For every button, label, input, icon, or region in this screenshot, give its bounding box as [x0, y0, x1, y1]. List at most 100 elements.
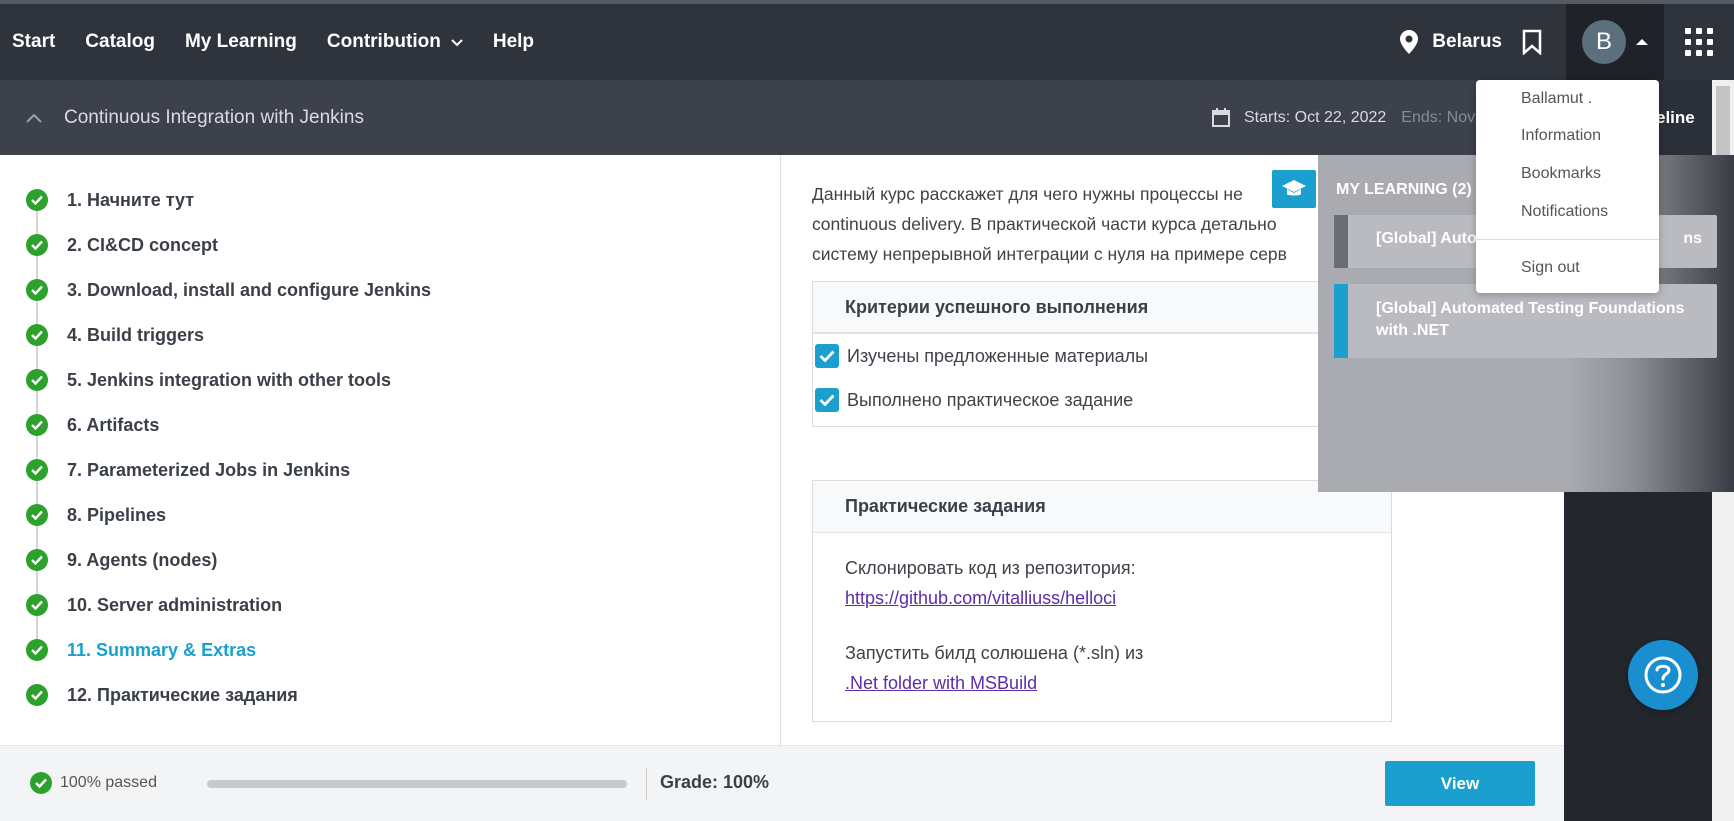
nav-contribution-label: Contribution	[326, 31, 441, 52]
scrollbar-thumb[interactable]	[1716, 86, 1730, 166]
start-date: Starts: Oct 22, 2022	[1244, 108, 1387, 126]
question-icon	[1644, 656, 1682, 694]
course-outline: 1. Начните тут 2. CI&CD concept 3. Downl…	[0, 155, 781, 745]
nav-my-learning[interactable]: My Learning	[185, 31, 297, 53]
nav-help[interactable]: Help	[493, 31, 534, 53]
passed-status: 100% passed	[30, 772, 157, 794]
learning-card-2[interactable]: [Global] Automated Testing Foundations w…	[1334, 284, 1717, 358]
card-accent-bar	[1334, 284, 1348, 358]
outline-item-label: 5. Jenkins integration with other tools	[67, 369, 392, 390]
card-accent-bar	[1334, 215, 1348, 268]
outline-item-11[interactable]: 11. Summary & Extras	[26, 639, 256, 661]
apps-menu-button[interactable]	[1664, 4, 1734, 80]
progress-bar	[207, 780, 627, 788]
tasks-title: Практические задания	[813, 481, 1391, 533]
check-circle-icon	[26, 504, 48, 526]
menu-divider	[1476, 239, 1659, 240]
progress-footer: 100% passed Grade: 100% View	[0, 745, 1564, 821]
nav-catalog[interactable]: Catalog	[85, 31, 155, 53]
nav-contribution[interactable]: Contribution	[327, 31, 463, 53]
check-circle-icon	[26, 234, 48, 256]
check-circle-icon	[26, 369, 48, 391]
outline-item-4[interactable]: 4. Build triggers	[26, 324, 204, 346]
check-circle-icon	[26, 459, 48, 481]
check-circle-icon	[26, 684, 48, 706]
nav-right: Belarus B	[1400, 4, 1734, 80]
course-dates: Starts: Oct 22, 2022 Ends: Nov	[1212, 80, 1475, 155]
nav-start-label: Start	[12, 31, 56, 52]
outline-item-label: 6. Artifacts	[67, 414, 160, 435]
timeline-button[interactable]: eline	[1656, 80, 1695, 155]
user-name[interactable]: Ballamut .	[1521, 90, 1592, 108]
outline-item-label: 7. Parameterized Jobs in Jenkins	[67, 459, 351, 480]
sign-out[interactable]: Sign out	[1521, 259, 1580, 277]
outline-item-label: 12. Практические задания	[67, 684, 298, 705]
outline-item-10[interactable]: 10. Server administration	[26, 594, 282, 616]
location-label: Belarus	[1432, 31, 1502, 52]
outline-item-label: 4. Build triggers	[67, 324, 205, 345]
help-button[interactable]	[1628, 640, 1698, 710]
outline-item-5[interactable]: 5. Jenkins integration with other tools	[26, 369, 391, 391]
nav-my-learning-label: My Learning	[184, 31, 297, 52]
my-learning-title: MY LEARNING (2)	[1336, 181, 1472, 198]
nav-start[interactable]: Start	[12, 31, 55, 53]
criteria-label: Выполнено практическое задание	[847, 389, 1134, 410]
course-title: Continuous Integration with Jenkins	[64, 106, 364, 128]
calendar-icon	[1212, 108, 1230, 127]
outline-item-label: 1. Начните тут	[67, 189, 195, 210]
check-circle-icon	[26, 324, 48, 346]
outline-item-2[interactable]: 2. CI&CD concept	[26, 234, 218, 256]
outline-item-label: 10. Server administration	[67, 594, 283, 615]
description-line: систему непрерывной интеграции с нуля на…	[812, 244, 1287, 264]
criteria-item: Изучены предложенные материалы	[813, 334, 1391, 378]
menu-bookmarks[interactable]: Bookmarks	[1521, 165, 1601, 183]
checkbox-checked-icon	[815, 344, 839, 368]
completion-criteria: Критерии успешного выполнения Изучены пр…	[812, 281, 1392, 427]
card-title-right: ns	[1683, 230, 1702, 247]
outline-item-7[interactable]: 7. Parameterized Jobs in Jenkins	[26, 459, 350, 481]
check-circle-icon	[30, 772, 52, 794]
msbuild-link[interactable]: .Net folder with MSBuild	[845, 673, 1037, 693]
check-circle-icon	[26, 549, 48, 571]
outline-item-8[interactable]: 8. Pipelines	[26, 504, 166, 526]
outline-item-12[interactable]: 12. Практические задания	[26, 684, 298, 706]
graduation-cap-icon[interactable]	[1272, 170, 1316, 208]
outline-item-3[interactable]: 3. Download, install and configure Jenki…	[26, 279, 431, 301]
nav-links: Start Catalog My Learning Contribution H…	[0, 4, 552, 80]
outline-item-label: 9. Agents (nodes)	[67, 549, 218, 570]
user-menu-toggle[interactable]: B	[1566, 4, 1664, 80]
outline-item-6[interactable]: 6. Artifacts	[26, 414, 159, 436]
location-pin-icon	[1400, 30, 1419, 54]
check-circle-icon	[26, 279, 48, 301]
task-text: Склонировать код из репозитория:	[845, 558, 1136, 578]
avatar-letter: B	[1595, 28, 1612, 55]
outline-item-label: 11. Summary & Extras	[67, 639, 257, 660]
top-navbar: Start Catalog My Learning Contribution H…	[0, 0, 1734, 80]
card-title-left: [Global] Autom	[1376, 230, 1491, 247]
checkbox-checked-icon	[815, 388, 839, 412]
user-dropdown: Ballamut . Information Bookmarks Notific…	[1476, 80, 1659, 293]
description-line: continuous delivery. В практической част…	[812, 214, 1277, 234]
view-button[interactable]: View	[1385, 761, 1535, 806]
end-date: Ends: Nov	[1401, 108, 1476, 126]
chevron-up-icon[interactable]	[26, 106, 42, 129]
apps-grid-icon	[1685, 28, 1713, 56]
outline-item-9[interactable]: 9. Agents (nodes)	[26, 549, 217, 571]
divider	[646, 768, 647, 800]
nav-catalog-label: Catalog	[85, 31, 155, 52]
chevron-down-icon	[451, 35, 463, 50]
repo-link[interactable]: https://github.com/vitalliuss/helloci	[845, 588, 1116, 608]
outline-item-label: 3. Download, install and configure Jenki…	[67, 279, 432, 300]
task-text: Запустить билд солюшена (*.sln) из	[845, 643, 1144, 663]
tasks-body: Склонировать код из репозитория: https:/…	[813, 533, 1391, 718]
location-selector[interactable]: Belarus	[1400, 30, 1502, 54]
outline-item-1[interactable]: 1. Начните тут	[26, 189, 194, 211]
menu-notifications[interactable]: Notifications	[1521, 203, 1608, 221]
check-circle-icon	[26, 414, 48, 436]
timeline-label: eline	[1656, 107, 1695, 127]
check-circle-icon	[26, 594, 48, 616]
criteria-item: Выполнено практическое задание	[813, 378, 1391, 422]
bookmarks-button[interactable]	[1522, 29, 1542, 55]
check-circle-icon	[26, 189, 48, 211]
menu-information[interactable]: Information	[1521, 127, 1601, 145]
